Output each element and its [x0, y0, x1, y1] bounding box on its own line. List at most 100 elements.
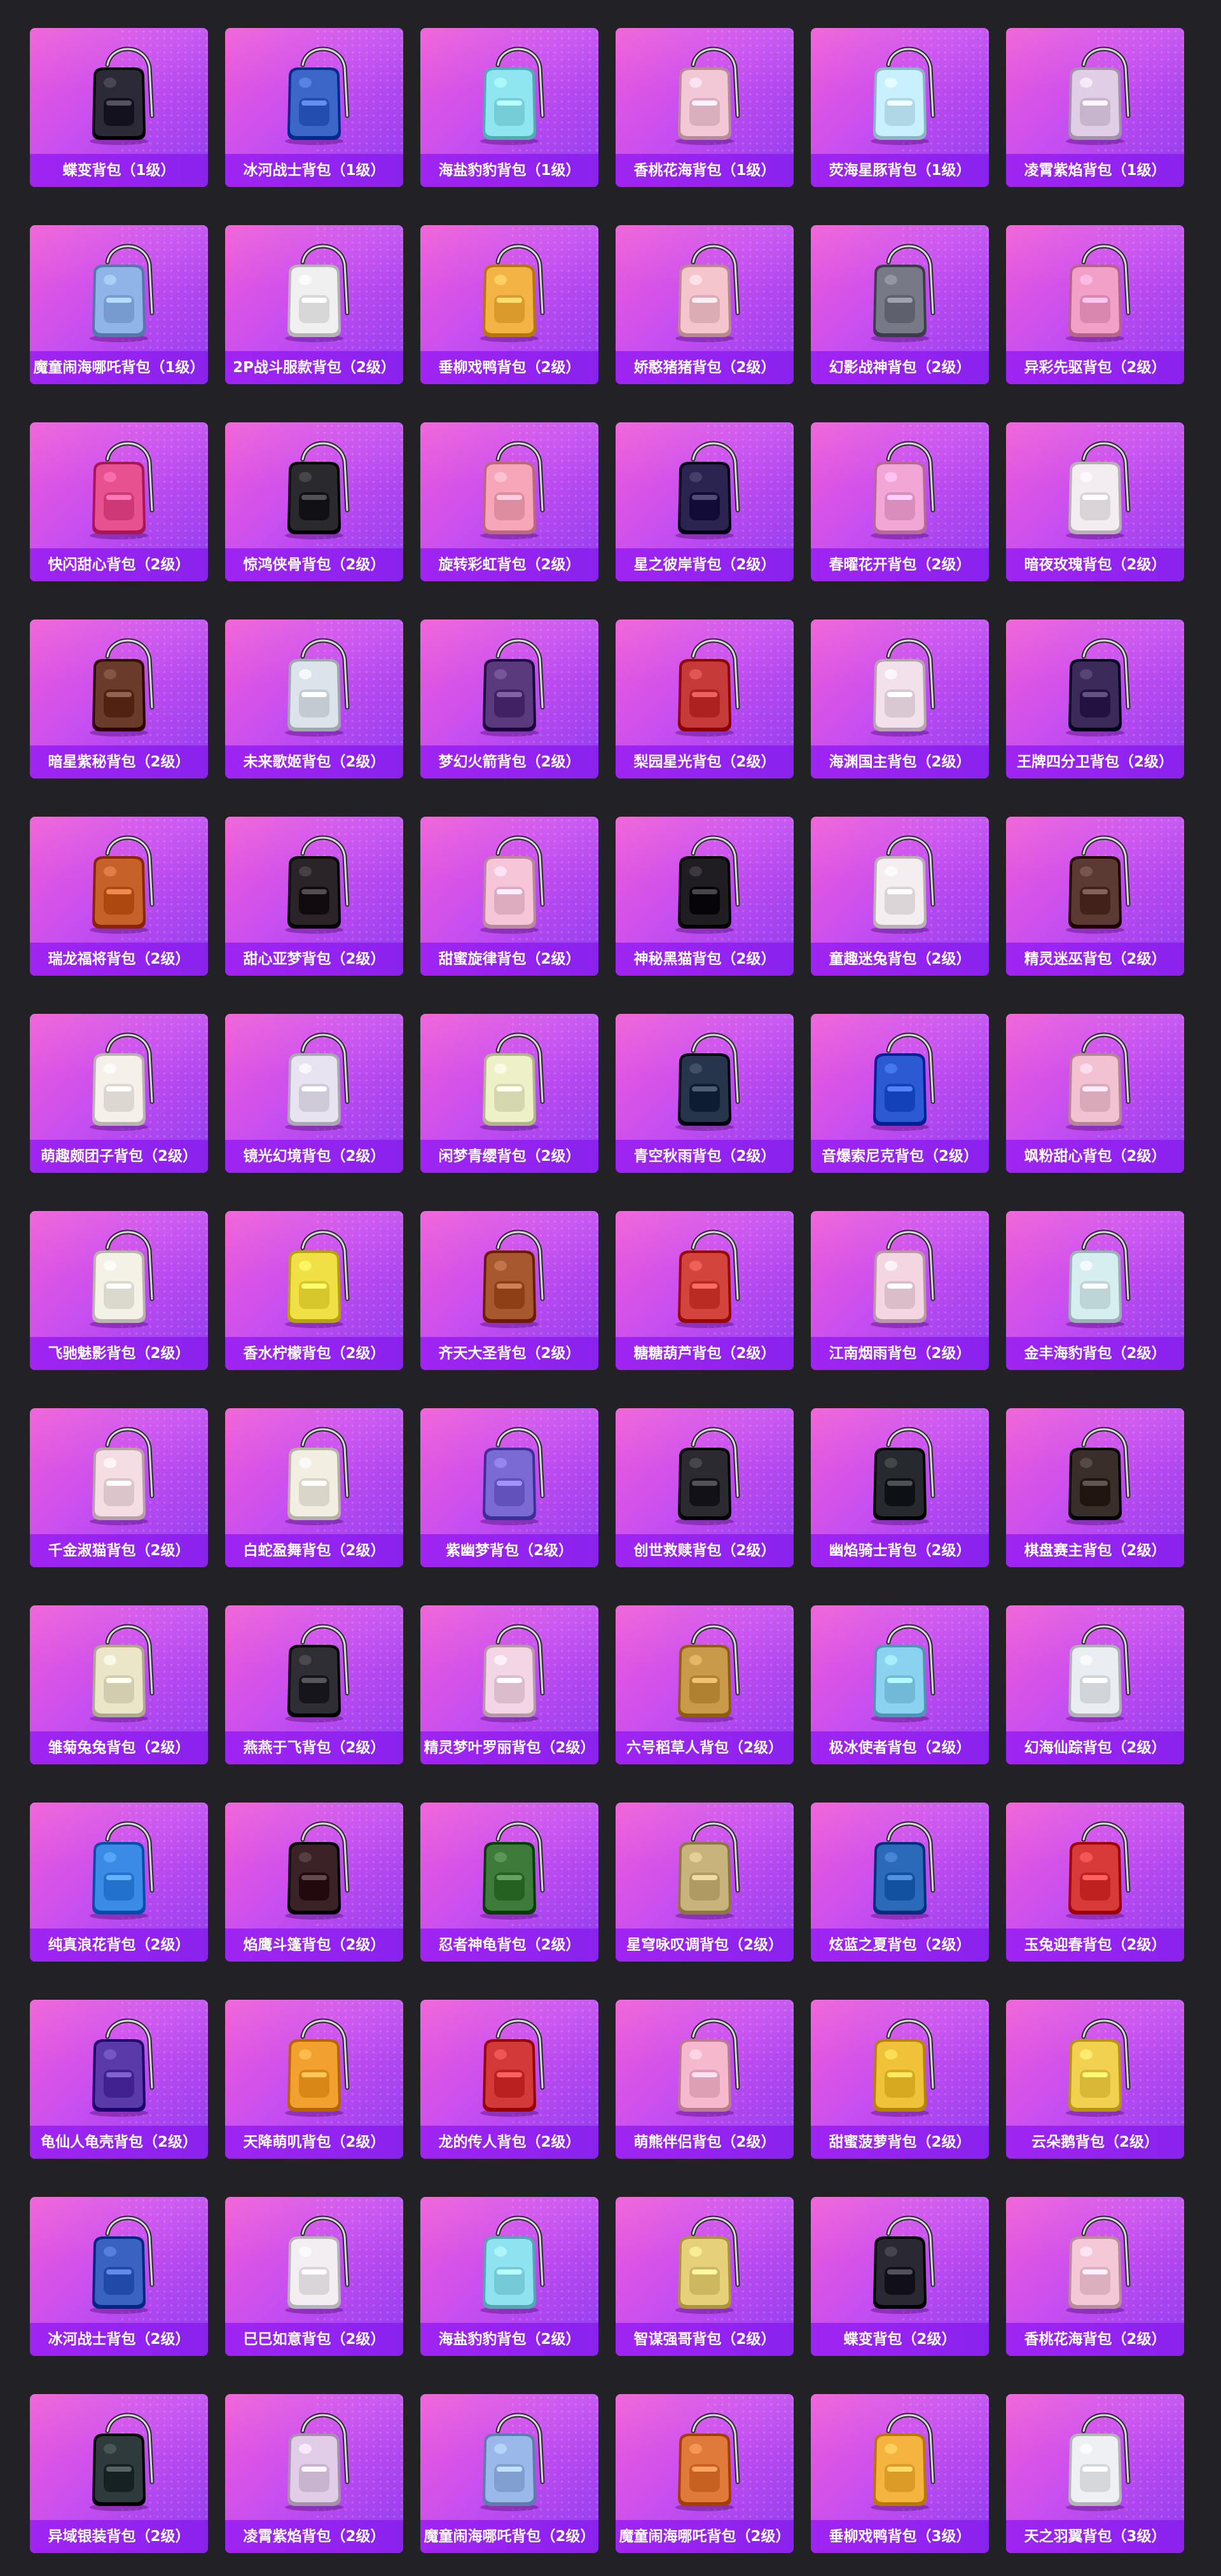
backpack-card[interactable]: 星之彼岸背包（2级） — [616, 422, 794, 581]
backpack-card[interactable]: 龙的传人背包（2级） — [420, 2000, 598, 2159]
backpack-card[interactable]: 幻海仙踪背包（2级） — [1006, 1605, 1184, 1764]
backpack-card[interactable]: 千金淑猫背包（2级） — [30, 1408, 208, 1567]
backpack-icon — [871, 244, 935, 342]
backpack-card[interactable]: 忍者神龟背包（2级） — [420, 1803, 598, 1962]
backpack-card[interactable]: 焰鹰斗篷背包（2级） — [225, 1803, 403, 1962]
backpack-card[interactable]: 创世救赎背包（2级） — [616, 1408, 794, 1567]
backpack-card[interactable]: 香桃花海背包（2级） — [1006, 2197, 1184, 2356]
backpack-card[interactable]: 暗星紫秘背包（2级） — [30, 620, 208, 779]
backpack-card[interactable]: 梨园星光背包（2级） — [616, 620, 794, 779]
backpack-card[interactable]: 瑞龙福将背包（2级） — [30, 817, 208, 976]
backpack-card[interactable]: 玉兔迎春背包（2级） — [1006, 1803, 1184, 1962]
backpack-card[interactable]: 萌熊伴侣背包（2级） — [616, 2000, 794, 2159]
backpack-card[interactable]: 镜光幻境背包（2级） — [225, 1014, 403, 1173]
backpack-icon — [1066, 46, 1131, 145]
backpack-icon — [480, 1427, 545, 1525]
backpack-card[interactable]: 未来歌姬背包（2级） — [225, 620, 403, 779]
backpack-name-label: 垂柳戏鸭背包（3级） — [811, 2520, 989, 2553]
backpack-name-label: 飒粉甜心背包（2级） — [1006, 1140, 1184, 1173]
backpack-name-label: 忍者神龟背包（2级） — [420, 1929, 598, 1962]
backpack-card[interactable]: 荧海星豚背包（1级） — [811, 28, 989, 187]
backpack-card[interactable]: 神秘黑猫背包（2级） — [616, 817, 794, 976]
backpack-icon — [285, 1624, 350, 1722]
backpack-card[interactable]: 六号稻草人背包（2级） — [616, 1605, 794, 1764]
backpack-card[interactable]: 炫蓝之夏背包（2级） — [811, 1803, 989, 1962]
backpack-card[interactable]: 梦幻火箭背包（2级） — [420, 620, 598, 779]
backpack-card[interactable]: 凌霄紫焰背包（1级） — [1006, 28, 1184, 187]
backpack-card[interactable]: 天降萌叽背包（2级） — [225, 2000, 403, 2159]
backpack-card[interactable]: 香桃花海背包（1级） — [616, 28, 794, 187]
backpack-card[interactable]: 童趣迷兔背包（2级） — [811, 817, 989, 976]
backpack-card[interactable]: 金丰海豹背包（2级） — [1006, 1211, 1184, 1370]
backpack-card[interactable]: 江南烟雨背包（2级） — [811, 1211, 989, 1370]
backpack-card[interactable]: 飒粉甜心背包（2级） — [1006, 1014, 1184, 1173]
backpack-icon — [871, 1229, 935, 1328]
backpack-card[interactable]: 智谋强哥背包（2级） — [616, 2197, 794, 2356]
backpack-card[interactable]: 龟仙人龟壳背包（2级） — [30, 2000, 208, 2159]
backpack-name-label: 甜蜜旋律背包（2级） — [420, 943, 598, 976]
backpack-card[interactable]: 2P战斗服款背包（2级） — [225, 225, 403, 384]
backpack-card[interactable]: 甜蜜旋律背包（2级） — [420, 817, 598, 976]
backpack-card[interactable]: 音爆索尼克背包（2级） — [811, 1014, 989, 1173]
backpack-icon — [90, 441, 155, 539]
backpack-card[interactable]: 香水柠檬背包（2级） — [225, 1211, 403, 1370]
backpack-card[interactable]: 垂柳戏鸭背包（2级） — [420, 225, 598, 384]
backpack-card[interactable]: 甜蜜菠萝背包（2级） — [811, 2000, 989, 2159]
backpack-card[interactable]: 巳巳如意背包（2级） — [225, 2197, 403, 2356]
backpack-icon — [90, 1624, 155, 1722]
backpack-card[interactable]: 惊鸿侠骨背包（2级） — [225, 422, 403, 581]
backpack-card[interactable]: 天之羽翼背包（3级） — [1006, 2394, 1184, 2553]
backpack-icon — [675, 1032, 740, 1131]
backpack-icon — [480, 1821, 545, 1920]
backpack-card[interactable]: 幻影战神背包（2级） — [811, 225, 989, 384]
backpack-card[interactable]: 春曜花开背包（2级） — [811, 422, 989, 581]
backpack-card[interactable]: 甜心亚梦背包（2级） — [225, 817, 403, 976]
backpack-card[interactable]: 星穹咏叹调背包（2级） — [616, 1803, 794, 1962]
backpack-card[interactable]: 冰河战士背包（2级） — [30, 2197, 208, 2356]
backpack-card[interactable]: 娇憨猪猪背包（2级） — [616, 225, 794, 384]
backpack-card[interactable]: 海渊国主背包（2级） — [811, 620, 989, 779]
backpack-name-label: 精灵梦叶罗丽背包（2级） — [420, 1731, 598, 1764]
backpack-card[interactable]: 冰河战士背包（1级） — [225, 28, 403, 187]
backpack-card[interactable]: 纯真浪花背包（2级） — [30, 1803, 208, 1962]
backpack-card[interactable]: 飞驰魅影背包（2级） — [30, 1211, 208, 1370]
backpack-card[interactable]: 蝶变背包（2级） — [811, 2197, 989, 2356]
backpack-card[interactable]: 魔童闹海哪吒背包（2级） — [420, 2394, 598, 2553]
backpack-name-label: 龙的传人背包（2级） — [420, 2126, 598, 2159]
backpack-icon — [285, 638, 350, 737]
backpack-card[interactable]: 青空秋雨背包（2级） — [616, 1014, 794, 1173]
backpack-card[interactable]: 精灵梦叶罗丽背包（2级） — [420, 1605, 598, 1764]
backpack-card[interactable]: 极冰使者背包（2级） — [811, 1605, 989, 1764]
backpack-name-label: 凌霄紫焰背包（2级） — [225, 2520, 403, 2553]
backpack-card[interactable]: 凌霄紫焰背包（2级） — [225, 2394, 403, 2553]
backpack-card[interactable]: 齐天大圣背包（2级） — [420, 1211, 598, 1370]
backpack-card[interactable]: 白蛇盈舞背包（2级） — [225, 1408, 403, 1567]
backpack-card[interactable]: 幽焰骑士背包（2级） — [811, 1408, 989, 1567]
backpack-card[interactable]: 蝶变背包（1级） — [30, 28, 208, 187]
backpack-icon — [1066, 2018, 1131, 2117]
backpack-card[interactable]: 燕燕于飞背包（2级） — [225, 1605, 403, 1764]
backpack-card[interactable]: 海盐豹豹背包（1级） — [420, 28, 598, 187]
backpack-card[interactable]: 异彩先驱背包（2级） — [1006, 225, 1184, 384]
backpack-card[interactable]: 旋转彩虹背包（2级） — [420, 422, 598, 581]
backpack-card[interactable]: 垂柳戏鸭背包（3级） — [811, 2394, 989, 2553]
backpack-icon — [871, 441, 935, 539]
backpack-card[interactable]: 闲梦青缨背包（2级） — [420, 1014, 598, 1173]
backpack-name-label: 娇憨猪猪背包（2级） — [616, 351, 794, 384]
backpack-card[interactable]: 快闪甜心背包（2级） — [30, 422, 208, 581]
backpack-card[interactable]: 海盐豹豹背包（2级） — [420, 2197, 598, 2356]
backpack-name-label: 梨园星光背包（2级） — [616, 745, 794, 779]
backpack-card[interactable]: 魔童闹海哪吒背包（1级） — [30, 225, 208, 384]
backpack-card[interactable]: 暗夜玫瑰背包（2级） — [1006, 422, 1184, 581]
backpack-card[interactable]: 异域银装背包（2级） — [30, 2394, 208, 2553]
backpack-card[interactable]: 云朵鹅背包（2级） — [1006, 2000, 1184, 2159]
backpack-card[interactable]: 王牌四分卫背包（2级） — [1006, 620, 1184, 779]
backpack-card[interactable]: 雏菊兔兔背包（2级） — [30, 1605, 208, 1764]
backpack-card[interactable]: 萌趣颇团子背包（2级） — [30, 1014, 208, 1173]
backpack-card[interactable]: 糖糖葫芦背包（2级） — [616, 1211, 794, 1370]
backpack-card[interactable]: 精灵迷巫背包（2级） — [1006, 817, 1184, 976]
backpack-card[interactable]: 魔童闹海哪吒背包（2级） — [616, 2394, 794, 2553]
backpack-card[interactable]: 紫幽梦背包（2级） — [420, 1408, 598, 1567]
backpack-card[interactable]: 棋盘赛主背包（2级） — [1006, 1408, 1184, 1567]
backpack-name-label: 燕燕于飞背包（2级） — [225, 1731, 403, 1764]
